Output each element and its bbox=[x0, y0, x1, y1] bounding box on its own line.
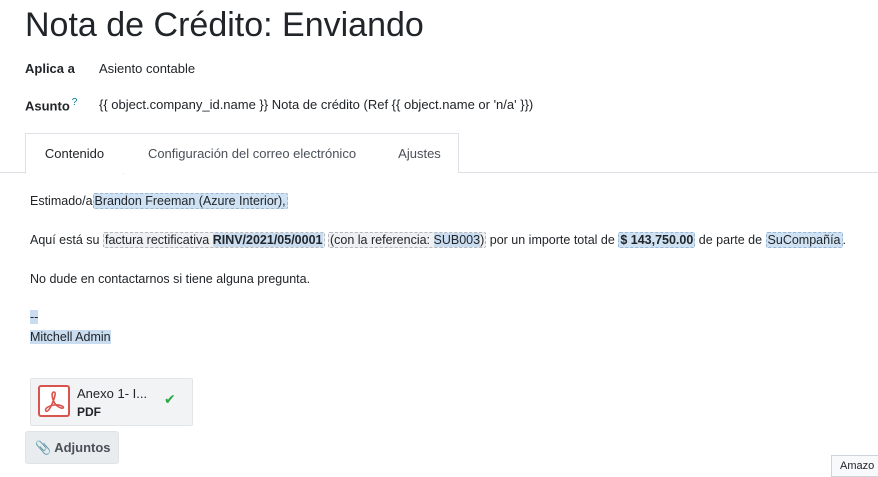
pdf-icon bbox=[38, 385, 70, 417]
signature-separator-text: -- bbox=[30, 310, 39, 324]
attachments-button[interactable]: 📎 Adjuntos bbox=[25, 431, 119, 464]
applies-to-label-text: Aplica a bbox=[25, 61, 75, 76]
reference-placeholder[interactable]: (con la referencia: SUB003) bbox=[327, 232, 487, 248]
amount-placeholder[interactable]: $ 143,750.00 bbox=[618, 232, 696, 248]
signature-separator[interactable]: -- bbox=[30, 310, 39, 324]
applies-to-value[interactable]: Asiento contable bbox=[99, 61, 195, 76]
tab-email-config[interactable]: Configuración del correo electrónico bbox=[123, 133, 382, 173]
company-placeholder[interactable]: SuCompañía bbox=[765, 232, 843, 248]
subject-field[interactable]: {{ object.company_id.name }} Nota de cré… bbox=[99, 97, 533, 112]
attachment-card[interactable]: Anexo 1- I... PDF ✔ bbox=[30, 378, 193, 426]
attachment-name: Anexo 1- I... bbox=[77, 386, 148, 401]
corner-tab[interactable]: Amazo bbox=[831, 455, 878, 477]
contact-line[interactable]: No dude en contactarnos si tiene alguna … bbox=[30, 272, 310, 286]
paperclip-icon: 📎 bbox=[35, 440, 52, 455]
attachments-button-label: Adjuntos bbox=[54, 440, 111, 455]
ref-value: SUB003 bbox=[433, 233, 481, 247]
check-icon: ✔ bbox=[164, 391, 176, 407]
document-placeholder[interactable]: factura rectificativa RINV/2021/05/0001 bbox=[102, 232, 325, 248]
greeting-prefix: Estimado/a bbox=[30, 194, 93, 208]
help-icon[interactable]: ? bbox=[72, 97, 78, 108]
tab-settings[interactable]: Ajustes bbox=[381, 133, 459, 173]
end-dot: . bbox=[842, 233, 846, 247]
doc-number: RINV/2021/05/0001 bbox=[212, 233, 323, 247]
signature-name[interactable]: Mitchell Admin bbox=[30, 330, 111, 344]
doc-type: factura rectificativa bbox=[104, 233, 210, 247]
greeting-line[interactable]: Estimado/a Brandon Freeman (Azure Interio… bbox=[30, 193, 288, 209]
tab-content[interactable]: Contenido bbox=[25, 133, 124, 174]
subject-label-text: Asunto bbox=[25, 98, 70, 114]
invoice-line[interactable]: Aquí está su factura rectificativa RINV/… bbox=[30, 232, 846, 248]
attachment-type: PDF bbox=[77, 405, 101, 419]
applies-to-label: Aplica a bbox=[25, 61, 75, 76]
from-prefix: de parte de bbox=[698, 233, 763, 247]
signature-name-text: Mitchell Admin bbox=[30, 330, 111, 344]
notebook-tabs: Contenido Configuración del correo elect… bbox=[0, 133, 878, 174]
invoice-prefix: Aquí está su bbox=[30, 233, 100, 247]
ref-prefix: (con la referencia: bbox=[329, 233, 431, 247]
subject-label: Asunto? bbox=[25, 97, 77, 113]
ref-suffix: ) bbox=[480, 233, 485, 247]
page-title: Nota de Crédito: Enviando bbox=[25, 6, 424, 44]
partner-placeholder[interactable]: Brandon Freeman (Azure Interior), bbox=[92, 193, 288, 209]
amount-prefix: por un importe total de bbox=[489, 233, 615, 247]
